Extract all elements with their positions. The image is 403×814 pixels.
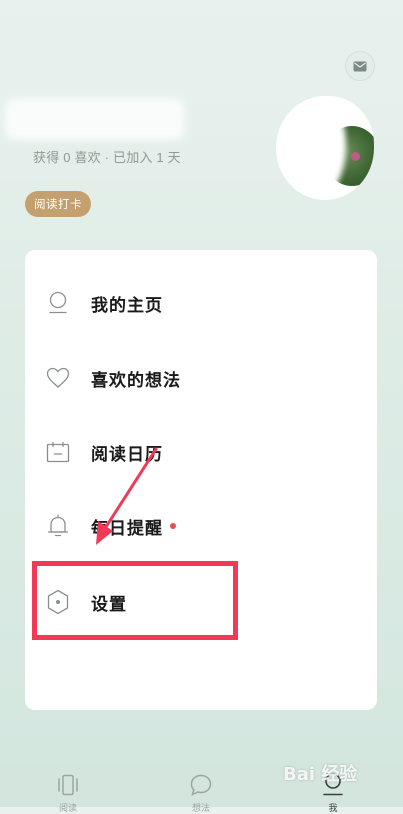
nav-item-thoughts[interactable]: 想法 bbox=[156, 762, 246, 813]
pointer-arrow bbox=[96, 447, 158, 545]
cards-icon bbox=[58, 774, 78, 796]
watermark: Bai 经验 bbox=[283, 764, 358, 785]
nav-item-reading[interactable]: 阅读 bbox=[23, 762, 113, 813]
nav-label: 我 bbox=[328, 803, 338, 813]
nav-label: 阅读 bbox=[58, 803, 77, 813]
nav-label: 想法 bbox=[191, 803, 210, 813]
chat-bubble-icon bbox=[190, 774, 212, 796]
